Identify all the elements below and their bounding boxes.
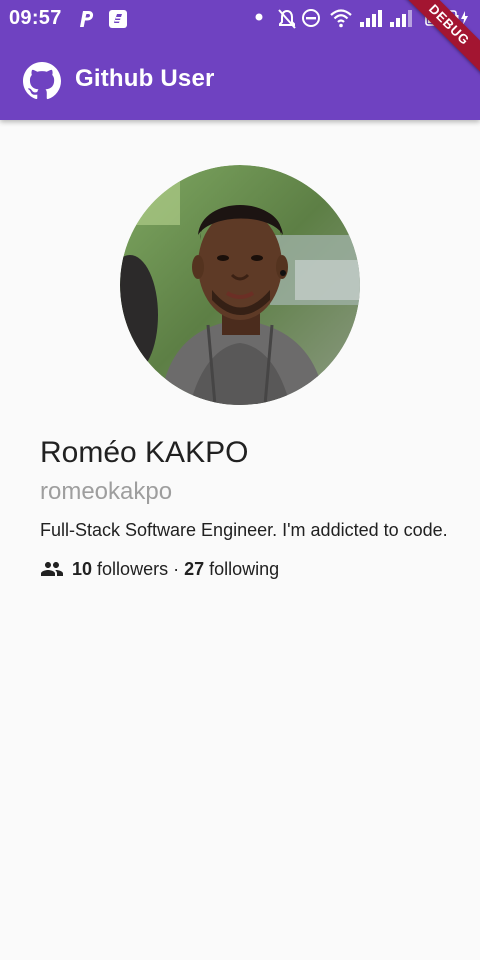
app-screen: 09:57 Github User DEBUG Roméo KAKPO rome… xyxy=(0,0,480,960)
following-count: 27 xyxy=(184,558,205,579)
dot-icon xyxy=(255,13,263,21)
parking-icon xyxy=(80,11,94,27)
wifi-icon xyxy=(330,9,352,28)
profile-bio: Full-Stack Software Engineer. I'm addict… xyxy=(40,520,448,540)
people-icon xyxy=(41,562,63,576)
followers-label: followers xyxy=(97,558,169,579)
notification-app-icon xyxy=(109,10,127,28)
signal-icon xyxy=(390,10,412,27)
do-not-disturb-icon xyxy=(302,9,320,27)
follow-stats: 10 followers · 27 following xyxy=(40,557,279,581)
status-bar: 09:57 xyxy=(0,0,480,38)
github-icon xyxy=(23,62,61,100)
profile-name: Roméo KAKPO xyxy=(40,436,249,469)
app-title: Github User xyxy=(75,65,215,92)
following-label: following xyxy=(209,558,280,579)
bell-off-icon xyxy=(278,9,296,29)
followers-count: 10 xyxy=(72,558,93,579)
top-bar: 09:57 Github User DEBUG xyxy=(0,0,480,120)
status-time: 09:57 xyxy=(9,7,62,29)
profile-login: romeokakpo xyxy=(40,478,173,505)
app-bar: Github User xyxy=(0,38,480,120)
avatar xyxy=(120,165,360,405)
signal-icon xyxy=(360,10,382,27)
